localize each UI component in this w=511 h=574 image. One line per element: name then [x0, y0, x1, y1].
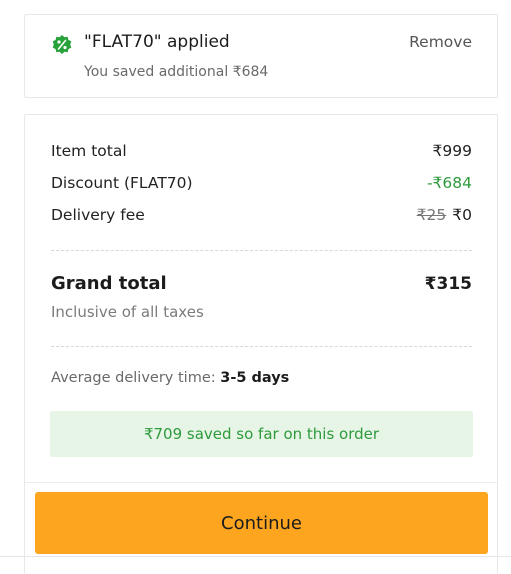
delivery-time-value: 3-5 days: [220, 370, 290, 386]
item-total-label: Item total: [51, 142, 127, 160]
delivery-fee-original: ₹25: [416, 206, 447, 224]
footer-divider: [25, 482, 497, 483]
coupon-saved-text: You saved additional ₹684: [84, 64, 269, 80]
grand-total-value: ₹315: [424, 274, 472, 294]
discount-badge-icon: [52, 35, 72, 54]
delivery-fee-row: Delivery fee ₹25 ₹0: [51, 206, 472, 224]
coupon-card: "FLAT70" applied You saved additional ₹6…: [24, 14, 498, 98]
bottom-divider: [0, 556, 511, 557]
taxes-note: Inclusive of all taxes: [51, 303, 204, 321]
delivery-time-label: Average delivery time:: [51, 370, 216, 386]
divider: [51, 346, 472, 347]
discount-label: Discount (FLAT70): [51, 174, 193, 192]
delivery-fee-label: Delivery fee: [51, 206, 145, 224]
delivery-time-text: Average delivery time: 3-5 days: [51, 370, 289, 386]
continue-button[interactable]: Continue: [35, 492, 488, 554]
remove-coupon-button[interactable]: Remove: [409, 33, 472, 51]
grand-total-row: Grand total ₹315: [51, 273, 472, 294]
item-total-row: Item total ₹999: [51, 142, 472, 160]
discount-value: -₹684: [426, 174, 472, 192]
coupon-applied-title: "FLAT70" applied: [84, 32, 230, 52]
delivery-fee-value: ₹0: [452, 206, 472, 224]
discount-row: Discount (FLAT70) -₹684: [51, 174, 472, 192]
divider: [51, 250, 472, 251]
savings-banner: ₹709 saved so far on this order: [50, 411, 473, 457]
grand-total-label: Grand total: [51, 273, 167, 294]
delivery-fee-values: ₹25 ₹0: [417, 206, 472, 224]
item-total-value: ₹999: [432, 142, 472, 160]
